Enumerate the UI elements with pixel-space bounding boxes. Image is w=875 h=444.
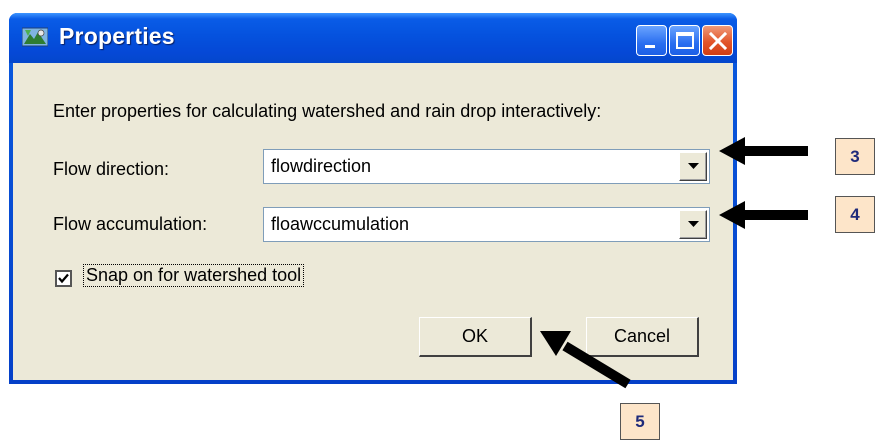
- callout-3: 3: [835, 138, 875, 175]
- arrow-to-flow-accumulation: [719, 201, 808, 229]
- callout-4: 4: [835, 196, 875, 233]
- annotation-arrows: [540, 137, 808, 389]
- callout-5: 5: [620, 403, 660, 440]
- arrow-to-flow-direction: [719, 137, 808, 165]
- stage: Properties Enter properties for calculat…: [0, 0, 875, 444]
- arrow-to-ok-button: [540, 331, 631, 389]
